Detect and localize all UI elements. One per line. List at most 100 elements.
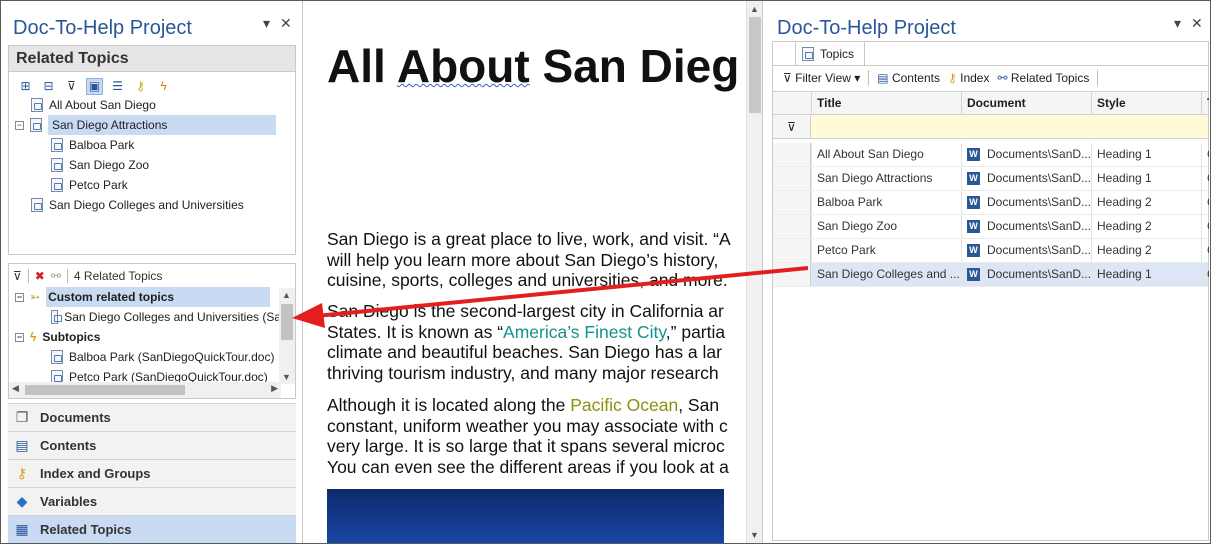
left-pane-title: Doc-To-Help Project	[13, 17, 192, 39]
topic-doc-icon	[31, 98, 43, 112]
cell-document: W Documents\SanD...	[961, 167, 1091, 190]
related-item-colleges[interactable]: San Diego Colleges and Universities (Sa	[51, 307, 281, 327]
table-row[interactable]: San Diego Zoo W Documents\SanD... Heading…	[773, 215, 1209, 239]
tree-item-colleges-universities[interactable]: San Diego Colleges and Universities	[31, 195, 244, 215]
link-icon[interactable]: ⚯	[51, 269, 61, 283]
collapse-icon[interactable]: −	[15, 332, 24, 342]
nav-contents[interactable]: ▤ Contents	[8, 431, 296, 459]
row-header[interactable]	[773, 215, 811, 238]
related-list-vscroll[interactable]: ▲ ▼	[279, 288, 295, 384]
row-header[interactable]	[773, 167, 811, 190]
close-icon[interactable]: ✕	[280, 15, 292, 32]
document-body[interactable]: All About San Dieg San Diego is a great …	[303, 1, 746, 543]
cell-title: San Diego Zoo	[811, 215, 961, 238]
contents-button[interactable]: ▤ Contents	[877, 71, 940, 85]
cell-title: All About San Diego	[811, 143, 961, 166]
document-vscroll[interactable]: ▲ ▼	[746, 1, 762, 543]
row-header[interactable]	[773, 239, 811, 262]
nav-index-and-groups[interactable]: ⚷ Index and Groups	[8, 459, 296, 487]
scroll-thumb[interactable]	[281, 304, 293, 340]
cell-style: Heading 1	[1091, 167, 1201, 190]
scroll-thumb[interactable]	[749, 17, 761, 113]
tree-item-label: San Diego Attractions	[48, 115, 276, 135]
column-style-header[interactable]: Style	[1091, 92, 1201, 115]
row-header[interactable]	[773, 143, 811, 166]
table-row[interactable]: San Diego Attractions W Documents\SanD...…	[773, 167, 1209, 191]
tree-item-all-about-san-diego[interactable]: All About San Diego	[31, 95, 156, 115]
column-title-header[interactable]: Title	[811, 92, 961, 115]
filter-icon: ⊽	[783, 71, 796, 85]
tree-item-san-diego-attractions[interactable]: − San Diego Attractions	[15, 115, 276, 135]
table-row-selected[interactable]: San Diego Colleges and ... W Documents\Sa…	[773, 263, 1209, 287]
topic-view-icon[interactable]: ▣	[86, 77, 103, 95]
nav-label: Contents	[40, 438, 97, 453]
tree-item-san-diego-zoo[interactable]: San Diego Zoo	[51, 155, 149, 175]
nav-related-topics[interactable]: ▦ Related Topics	[8, 515, 296, 543]
tree-item-label: San Diego Colleges and Universities	[49, 198, 244, 212]
filter-icon[interactable]: ⊽	[63, 78, 80, 95]
list-view-icon[interactable]: ☰	[109, 78, 126, 95]
tab-topics[interactable]: Topics	[795, 41, 866, 65]
related-list-hscroll[interactable]: ◀ ▶	[9, 382, 281, 398]
column-document-header[interactable]: Document	[961, 92, 1091, 115]
key-icon: ⚷	[16, 465, 28, 481]
table-row[interactable]: All About San Diego W Documents\SanD... H…	[773, 143, 1209, 167]
group-custom-related-topics[interactable]: − ➳ Custom related topics	[15, 287, 277, 307]
table-row[interactable]: Petco Park W Documents\SanD... Heading 2 …	[773, 239, 1209, 263]
related-item-label: San Diego Colleges and Universities (Sa	[64, 310, 281, 324]
nav-label: Index and Groups	[40, 466, 151, 481]
group-subtopics[interactable]: − ϟ Subtopics	[15, 327, 100, 347]
grid-filter-row[interactable]: ⊽	[773, 115, 1208, 139]
key-icon: ⚷	[947, 71, 961, 85]
nav-variables[interactable]: ◆ Variables	[8, 487, 296, 515]
left-project-pane: Doc-To-Help Project ▾ ✕ Related Topics ⊞…	[1, 1, 303, 543]
table-row[interactable]: Balboa Park W Documents\SanD... Heading 2…	[773, 191, 1209, 215]
tree-item-label: San Diego Zoo	[69, 158, 150, 172]
pin-dropdown-icon[interactable]: ▾	[263, 15, 270, 32]
pin-dropdown-icon[interactable]: ▾	[1174, 15, 1181, 32]
related-topics-button[interactable]: ⚯ Related Topics	[997, 71, 1089, 85]
filter-icon[interactable]: ⊽	[773, 115, 811, 138]
index-button[interactable]: ⚷ Index	[948, 71, 989, 85]
scroll-up-icon[interactable]: ▲	[282, 290, 291, 300]
lightning-icon[interactable]: ϟ	[155, 78, 172, 95]
cell-t: C	[1201, 191, 1209, 214]
right-pane-title: Doc-To-Help Project	[777, 17, 956, 39]
filter-icon[interactable]: ⊽	[13, 269, 22, 283]
nav-documents[interactable]: ❐ Documents	[8, 403, 296, 431]
topic-doc-icon	[30, 118, 42, 132]
scroll-down-icon[interactable]: ▼	[750, 530, 759, 540]
link-pacific-ocean[interactable]: Pacific Ocean	[570, 395, 678, 415]
tree-item-petco-park[interactable]: Petco Park	[51, 175, 128, 195]
tree-item-label: Balboa Park	[69, 138, 135, 152]
delete-icon[interactable]: ✖	[35, 269, 45, 283]
related-item-balboa[interactable]: Balboa Park (SanDiegoQuickTour.doc)	[51, 347, 274, 367]
document-editor[interactable]: All About San Dieg San Diego is a great …	[303, 1, 762, 543]
expand-all-icon[interactable]: ⊞	[17, 78, 34, 95]
key-icon[interactable]: ⚷	[132, 78, 149, 95]
scroll-down-icon[interactable]: ▼	[282, 372, 291, 382]
related-topics-list-panel: ⊽ ✖ ⚯ 4 Related Topics − ➳ Custom relate…	[8, 263, 296, 399]
topic-tree-panel: ⊞ ⊟ ⊽ ▣ ☰ ⚷ ϟ All About San Diego − San …	[8, 71, 296, 255]
collapse-icon[interactable]: −	[15, 292, 24, 302]
scroll-up-icon[interactable]: ▲	[750, 4, 759, 14]
column-t-header[interactable]: T	[1201, 92, 1209, 115]
row-header[interactable]	[773, 263, 811, 286]
scroll-left-icon[interactable]: ◀	[12, 383, 19, 394]
related-count: 4 Related Topics	[73, 269, 163, 283]
collapse-icon[interactable]: −	[15, 120, 24, 130]
variables-icon: ◆	[16, 493, 28, 509]
paragraph-second-largest: San Diego is the second-largest city in …	[327, 301, 726, 383]
close-icon[interactable]: ✕	[1191, 15, 1203, 32]
collapse-all-icon[interactable]: ⊟	[40, 78, 57, 95]
filter-view-button[interactable]: ⊽ Filter View ▾	[783, 71, 860, 85]
group-label: Subtopics	[42, 330, 101, 344]
scroll-right-icon[interactable]: ▶	[271, 383, 278, 394]
word-doc-icon: W	[967, 148, 980, 162]
row-header[interactable]	[773, 191, 811, 214]
link-americas-finest-city[interactable]: America’s Finest City	[503, 322, 666, 342]
tab-strip-line	[773, 65, 1208, 66]
tree-item-balboa-park[interactable]: Balboa Park	[51, 135, 134, 155]
word-doc-icon: W	[967, 244, 980, 258]
scroll-thumb[interactable]	[25, 385, 185, 395]
